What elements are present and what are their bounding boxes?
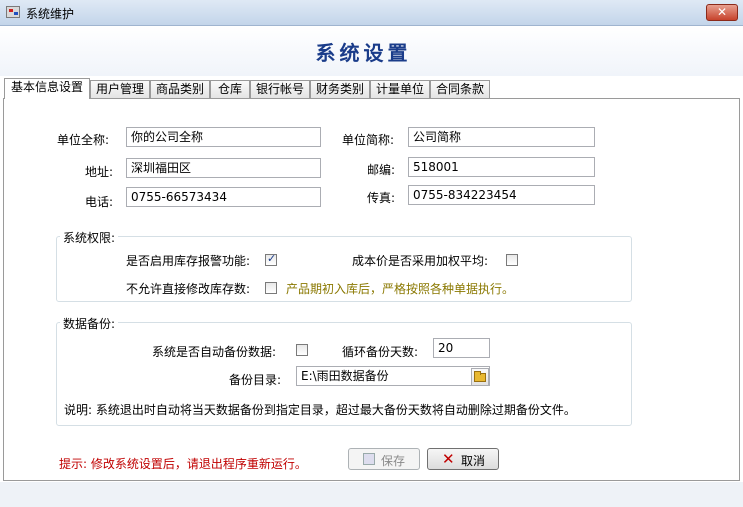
tab-bank-account[interactable]: 银行帐号	[250, 80, 310, 98]
auto-backup-checkbox[interactable]	[296, 344, 308, 356]
close-button[interactable]: ✕	[706, 4, 738, 21]
cancel-button-label: 取消	[461, 454, 486, 468]
stock-alarm-checkbox[interactable]: ✓	[265, 252, 277, 266]
address-label: 地址:	[85, 165, 114, 179]
window-title: 系统维护	[26, 7, 75, 21]
folder-icon	[474, 371, 486, 382]
postcode-field[interactable]: 518001	[408, 157, 595, 177]
restart-hint: 提示: 修改系统设置后，请退出程序重新运行。	[59, 457, 307, 471]
cycle-days-field[interactable]: 20	[433, 338, 490, 358]
address-field[interactable]: 深圳福田区	[126, 158, 321, 178]
tab-users[interactable]: 用户管理	[90, 80, 150, 98]
permissions-note: 产品期初入库后，严格按照各种单据执行。	[286, 282, 515, 296]
backup-dir-field[interactable]: E:\雨田数据备份	[296, 366, 490, 386]
no-direct-edit-label: 不允许直接修改库存数:	[126, 282, 251, 296]
phone-field[interactable]: 0755-66573434	[126, 187, 321, 207]
browse-folder-button[interactable]	[471, 368, 489, 386]
tab-warehouse[interactable]: 仓库	[210, 80, 250, 98]
phone-label: 电话:	[85, 195, 114, 209]
title-bar: 系统维护 ✕	[0, 0, 743, 26]
tab-finance-category[interactable]: 财务类别	[310, 80, 370, 98]
tab-product-category[interactable]: 商品类别	[150, 80, 210, 98]
tab-contract-terms[interactable]: 合同条款	[430, 80, 490, 98]
stock-alarm-label: 是否启用库存报警功能:	[126, 254, 251, 268]
postcode-label: 邮编:	[367, 163, 396, 177]
full-name-label: 单位全称:	[57, 133, 110, 147]
backup-group-title: 数据备份:	[60, 315, 119, 332]
cancel-x-icon: ✕	[442, 450, 455, 468]
save-button-label: 保存	[381, 454, 406, 468]
backup-dir-label: 备份目录:	[229, 373, 282, 387]
tab-unit[interactable]: 计量单位	[370, 80, 430, 98]
weighted-avg-label: 成本价是否采用加权平均:	[352, 254, 489, 268]
cycle-days-label: 循环备份天数:	[342, 345, 419, 359]
checkmark-icon: ✓	[267, 252, 277, 265]
short-name-label: 单位简称:	[342, 133, 395, 147]
full-name-field[interactable]: 你的公司全称	[126, 127, 321, 147]
backup-description: 说明: 系统退出时自动将当天数据备份到指定目录，超过最大备份天数将自动删除过期备…	[64, 403, 576, 417]
weighted-avg-checkbox[interactable]	[506, 254, 518, 266]
status-bar	[0, 482, 743, 507]
fax-label: 传真:	[367, 191, 396, 205]
save-icon	[363, 453, 375, 465]
permissions-group-title: 系统权限:	[60, 229, 119, 246]
no-direct-edit-checkbox[interactable]	[265, 282, 277, 294]
tab-basic-info[interactable]: 基本信息设置	[4, 78, 90, 99]
save-button[interactable]: 保存	[348, 448, 420, 470]
short-name-field[interactable]: 公司简称	[408, 127, 595, 147]
cancel-button[interactable]: ✕ 取消	[427, 448, 499, 470]
auto-backup-label: 系统是否自动备份数据:	[152, 345, 277, 359]
page-title: 系统设置	[315, 41, 412, 65]
fax-field[interactable]: 0755-834223454	[408, 185, 595, 205]
app-icon	[6, 6, 20, 18]
